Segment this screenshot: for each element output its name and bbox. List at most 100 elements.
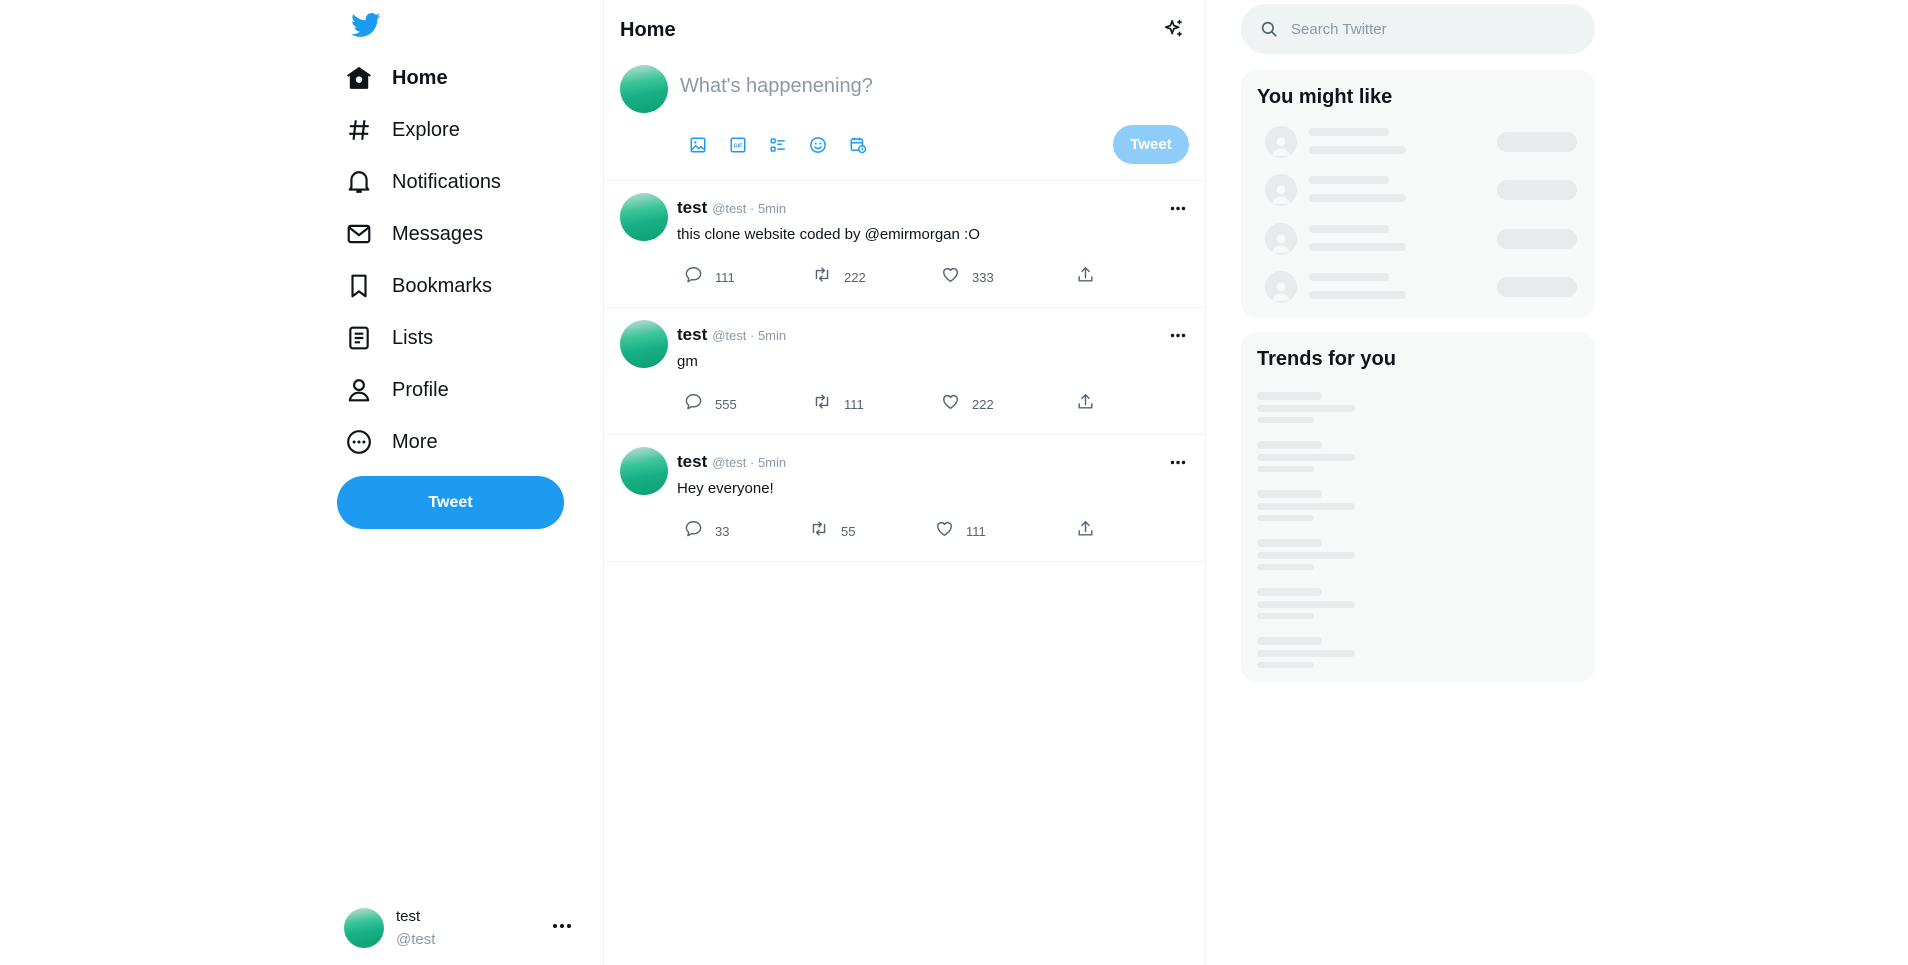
skeleton-line bbox=[1257, 552, 1355, 559]
skeleton-line bbox=[1257, 650, 1355, 657]
nav-more[interactable]: More bbox=[344, 420, 438, 464]
trend-skeleton-row bbox=[1257, 490, 1587, 524]
nav-label-lists: Lists bbox=[392, 326, 434, 349]
home-icon bbox=[344, 63, 374, 93]
tweet-actions: 33 55 111 bbox=[684, 519, 1184, 543]
avatar bbox=[620, 193, 668, 241]
search-bar[interactable] bbox=[1241, 4, 1595, 54]
retweet-button[interactable]: 55 bbox=[809, 519, 855, 543]
composer-tweet-button[interactable]: Tweet bbox=[1113, 125, 1189, 164]
skeleton-line bbox=[1257, 441, 1322, 449]
trend-skeleton-row bbox=[1257, 441, 1587, 475]
more-horizontal-icon[interactable] bbox=[1165, 449, 1191, 475]
tweet-composer: GIF Tweet bbox=[604, 58, 1205, 181]
retweet-count: 222 bbox=[844, 269, 866, 285]
trend-skeleton-row bbox=[1257, 392, 1587, 426]
image-icon[interactable] bbox=[678, 130, 718, 160]
share-button[interactable] bbox=[1076, 392, 1095, 416]
reply-icon bbox=[684, 392, 703, 416]
skeleton-line bbox=[1257, 637, 1322, 645]
nav-label-home: Home bbox=[392, 66, 448, 89]
tweet-card[interactable]: test @test · 5min this clone website cod… bbox=[604, 181, 1205, 308]
bookmark-icon bbox=[344, 271, 374, 301]
person-placeholder-icon bbox=[1265, 126, 1297, 158]
like-count: 333 bbox=[972, 269, 994, 285]
search-input[interactable] bbox=[1291, 20, 1571, 38]
reply-button[interactable]: 33 bbox=[684, 519, 729, 543]
emoji-icon[interactable] bbox=[798, 130, 838, 160]
retweet-icon bbox=[812, 392, 832, 416]
tweet-author-name: test bbox=[677, 198, 708, 217]
skeleton-line bbox=[1309, 176, 1389, 184]
trends-panel: Trends for you bbox=[1241, 332, 1595, 682]
twitter-bird-icon[interactable] bbox=[351, 10, 383, 42]
skeleton-line bbox=[1309, 291, 1406, 299]
skeleton-line bbox=[1257, 417, 1314, 423]
reply-button[interactable]: 555 bbox=[684, 392, 737, 416]
sidebar-tweet-button[interactable]: Tweet bbox=[337, 476, 564, 529]
person-placeholder-icon bbox=[1265, 174, 1297, 206]
heart-icon bbox=[941, 265, 960, 289]
skeleton-line bbox=[1309, 128, 1389, 136]
reply-button[interactable]: 111 bbox=[684, 265, 735, 289]
reply-count: 555 bbox=[715, 396, 737, 412]
like-button[interactable]: 333 bbox=[941, 265, 994, 289]
nav-notifications[interactable]: Notifications bbox=[344, 160, 501, 204]
nav-lists[interactable]: Lists bbox=[344, 316, 433, 360]
tweet-text: Hey everyone! bbox=[677, 480, 774, 497]
account-switcher[interactable]: test @test bbox=[344, 900, 574, 956]
share-button[interactable] bbox=[1076, 265, 1095, 289]
skeleton-line bbox=[1309, 225, 1389, 233]
retweet-button[interactable]: 222 bbox=[812, 265, 866, 289]
like-count: 111 bbox=[966, 523, 986, 539]
tweet-actions: 111 222 333 bbox=[684, 265, 1184, 289]
like-button[interactable]: 222 bbox=[941, 392, 994, 416]
more-horizontal-icon[interactable] bbox=[550, 914, 574, 938]
suggestion-skeleton-row bbox=[1257, 122, 1587, 162]
svg-text:GIF: GIF bbox=[734, 144, 744, 150]
more-horizontal-icon[interactable] bbox=[1165, 322, 1191, 348]
person-placeholder-icon bbox=[1265, 223, 1297, 255]
reply-count: 111 bbox=[715, 269, 735, 285]
nav-messages[interactable]: Messages bbox=[344, 212, 483, 256]
skeleton-line bbox=[1257, 564, 1314, 570]
nav-explore[interactable]: Explore bbox=[344, 108, 460, 152]
composer-toolbar: GIF bbox=[678, 130, 878, 160]
suggestion-skeleton-row bbox=[1257, 170, 1587, 210]
suggestion-skeleton-row bbox=[1257, 219, 1587, 259]
skeleton-line bbox=[1257, 503, 1355, 510]
skeleton-line bbox=[1309, 273, 1389, 281]
heart-icon bbox=[941, 392, 960, 416]
tweet-card[interactable]: test @test · 5min Hey everyone! 33 55 11… bbox=[604, 435, 1205, 562]
sparkle-icon[interactable] bbox=[1161, 16, 1187, 42]
envelope-icon bbox=[344, 219, 374, 249]
nav-label-messages: Messages bbox=[392, 222, 484, 245]
retweet-button[interactable]: 111 bbox=[812, 392, 864, 416]
nav-label-bookmarks: Bookmarks bbox=[392, 274, 493, 297]
like-button[interactable]: 111 bbox=[935, 519, 986, 543]
skeleton-line bbox=[1257, 405, 1355, 412]
nav-bookmarks[interactable]: Bookmarks bbox=[344, 264, 492, 308]
you-might-like-panel: You might like bbox=[1241, 70, 1595, 318]
tweet-text: gm bbox=[677, 353, 698, 370]
retweet-icon bbox=[809, 519, 829, 543]
nav-home[interactable]: Home bbox=[344, 56, 448, 100]
skeleton-follow-button bbox=[1497, 180, 1577, 200]
more-horizontal-icon[interactable] bbox=[1165, 195, 1191, 221]
nav-label-more: More bbox=[392, 430, 438, 453]
poll-icon[interactable] bbox=[758, 130, 798, 160]
nav-profile[interactable]: Profile bbox=[344, 368, 449, 412]
compose-input[interactable] bbox=[680, 70, 1180, 102]
tweet-author-name: test bbox=[677, 325, 708, 344]
nav-label-profile: Profile bbox=[392, 378, 449, 401]
skeleton-line bbox=[1257, 392, 1322, 400]
account-handle: @test bbox=[396, 931, 436, 948]
schedule-icon[interactable] bbox=[838, 130, 878, 160]
timeline-header: Home bbox=[604, 0, 1205, 58]
person-placeholder-icon bbox=[1265, 271, 1297, 303]
left-sidebar: Home Explore Notifications Messages Book… bbox=[334, 0, 604, 965]
tweet-card[interactable]: test @test · 5min gm 555 111 222 bbox=[604, 308, 1205, 435]
gif-icon[interactable]: GIF bbox=[718, 130, 758, 160]
avatar bbox=[620, 65, 668, 113]
share-button[interactable] bbox=[1076, 519, 1095, 543]
